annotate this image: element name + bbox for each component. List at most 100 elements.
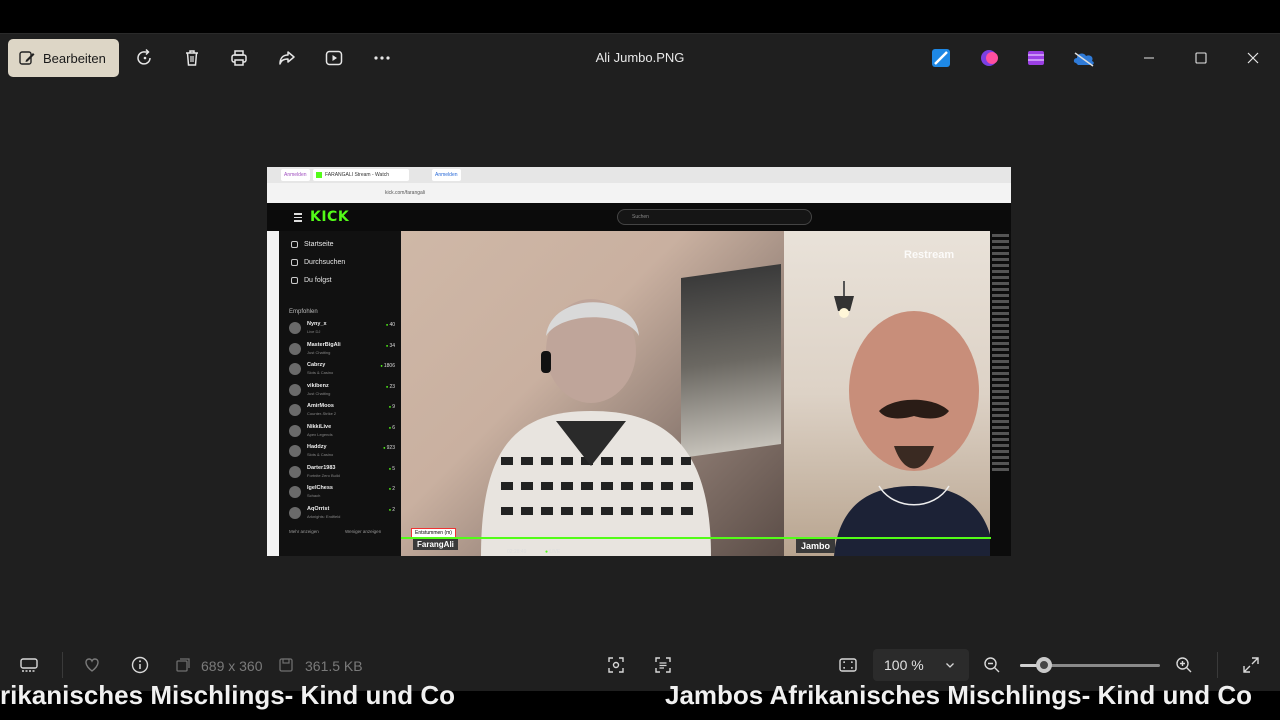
channel-category: Just Chatting [307, 390, 331, 396]
video-editor-app-icon[interactable] [1025, 47, 1047, 69]
channel-category: Slots & Casino [307, 370, 334, 375]
zoom-dropdown[interactable]: 100 % [873, 649, 969, 681]
visual-search-icon[interactable] [605, 654, 627, 676]
video-progress-bar [401, 537, 991, 539]
guest-name-tag: Jambo [796, 537, 836, 553]
viewer-count: 23 [386, 384, 395, 390]
stream-video-right: Restream Jambo [784, 231, 994, 556]
maximize-button[interactable] [1189, 46, 1213, 70]
stream-timecode: 02:28:49 [507, 549, 527, 555]
caption-right: Jambos Afrikanisches Mischlings- Kind un… [665, 680, 1253, 710]
designer-app-icon[interactable] [930, 47, 952, 69]
recommended-channel: NikkiLiveApex Legends 6 [289, 422, 395, 442]
live-indicator: LIVE [545, 549, 560, 555]
channel-avatar [289, 465, 301, 478]
fit-to-window-icon[interactable] [837, 654, 859, 676]
fullscreen-icon[interactable] [1240, 654, 1262, 676]
chat-panel [990, 231, 1011, 556]
browser-side-strip [267, 231, 279, 556]
clipchamp-app-icon[interactable] [979, 47, 1001, 69]
heart-icon [291, 277, 298, 284]
channel-name: AqOrrist [307, 505, 330, 512]
file-size: 361.5 KB [305, 658, 363, 674]
viewer-count: 2 [389, 486, 395, 492]
minimize-button[interactable] [1137, 46, 1161, 70]
browser-tab: Anmelden [432, 169, 461, 181]
rotate-icon[interactable] [133, 46, 157, 70]
channel-category: Just Chatting [307, 349, 331, 355]
onedrive-app-icon[interactable] [1072, 47, 1094, 69]
favorite-icon[interactable] [81, 654, 103, 676]
recommended-channel: vikibenzJust Chatting 23 [289, 381, 395, 401]
filmstrip-icon[interactable] [18, 654, 40, 676]
channel-avatar [289, 342, 301, 355]
chevron-down-icon [946, 663, 954, 668]
slideshow-icon[interactable] [322, 46, 346, 70]
separator [62, 652, 63, 678]
window-title: Ali Jumbo.PNG [595, 50, 685, 65]
caption-left: rikanisches Mischlings- Kind und Co [0, 680, 456, 710]
zoom-slider-thumb[interactable] [1035, 657, 1052, 673]
show-more-link: Mehr anzeigen [289, 529, 319, 534]
kick-search-input: Suchen [617, 209, 812, 225]
viewer-count: 40 [386, 322, 395, 328]
more-icon[interactable] [370, 46, 394, 70]
kick-header: KICK Suchen [267, 203, 1011, 231]
dimensions-icon [172, 654, 194, 676]
viewer-count: 2 [389, 507, 395, 513]
viewer-count: 34 [386, 343, 395, 349]
channel-name: vikibenz [307, 382, 329, 389]
browser-tab-label: FARANGALI Stream - Watch [325, 172, 389, 178]
viewer-count: 9 [389, 404, 395, 410]
viewer-count: 5 [389, 466, 395, 472]
nav-home-label: Startseite [304, 241, 334, 248]
filesize-icon [275, 654, 297, 676]
recommended-channel: Darter1983Fortnite Zero Build 5 [289, 463, 395, 483]
viewer-count: 6 [389, 425, 395, 431]
nav-following: Du folgst [291, 277, 332, 284]
show-less-link: Weniger anzeigen [345, 529, 382, 534]
hamburger-menu-icon [294, 213, 302, 224]
channel-category: Slots & Casino [307, 452, 334, 457]
separator [1217, 652, 1218, 678]
text-scan-icon[interactable] [652, 654, 674, 676]
nav-following-label: Du folgst [304, 277, 332, 284]
channel-name: Darter1983 [307, 464, 336, 471]
edit-button-label: Bearbeiten [43, 50, 106, 66]
home-icon [291, 241, 298, 248]
info-icon[interactable] [129, 654, 151, 676]
edit-button[interactable]: Bearbeiten [8, 39, 119, 77]
browser-tabs: Anmelden FARANGALI Stream - Watch Anmeld… [267, 167, 1011, 183]
kick-logo: KICK [310, 209, 350, 225]
browser-chrome: Anmelden FARANGALI Stream - Watch Anmeld… [267, 167, 1011, 203]
channel-name: Nyny_x [307, 321, 327, 327]
recommended-channel: Nyny_x Live DJ 40 [289, 319, 395, 339]
close-button[interactable] [1241, 46, 1265, 70]
top-black-strip [0, 0, 1280, 33]
viewer-count: 923 [383, 445, 395, 451]
toolbar: Bearbeiten Ali Jumbo.PNG [0, 34, 1280, 84]
share-icon[interactable] [275, 46, 299, 70]
zoom-value: 100 % [884, 657, 924, 673]
streamer-figure-right [834, 311, 994, 556]
channel-category: Fortnite Zero Build [307, 472, 340, 478]
zoom-out-icon[interactable] [981, 654, 1003, 676]
channel-avatar [289, 445, 301, 457]
recommended-channel: AmirMoos Counter-Strike 2 9 [289, 401, 395, 421]
channel-avatar [289, 383, 301, 396]
channel-category: Counter-Strike 2 [307, 411, 337, 416]
channel-avatar [289, 506, 301, 519]
zoom-in-icon[interactable] [1173, 654, 1195, 676]
delete-icon[interactable] [180, 46, 204, 70]
edit-icon [19, 51, 35, 65]
recommended-channel: MasterBigAliJust Chatting 34 [289, 340, 395, 360]
channel-name: IgelChess [307, 485, 333, 491]
displayed-image[interactable]: Anmelden FARANGALI Stream - Watch Anmeld… [267, 167, 1011, 556]
channel-name: NikkiLive [307, 423, 332, 430]
recommended-channel: Cabrzy Slots & Casino 1806 [289, 360, 395, 380]
streamer-figure-left [481, 299, 711, 556]
restream-watermark: Restream [904, 249, 955, 261]
channel-name: Haddzy [307, 444, 327, 450]
channel-category: Arknights: Endfield [307, 513, 341, 519]
print-icon[interactable] [227, 46, 251, 70]
